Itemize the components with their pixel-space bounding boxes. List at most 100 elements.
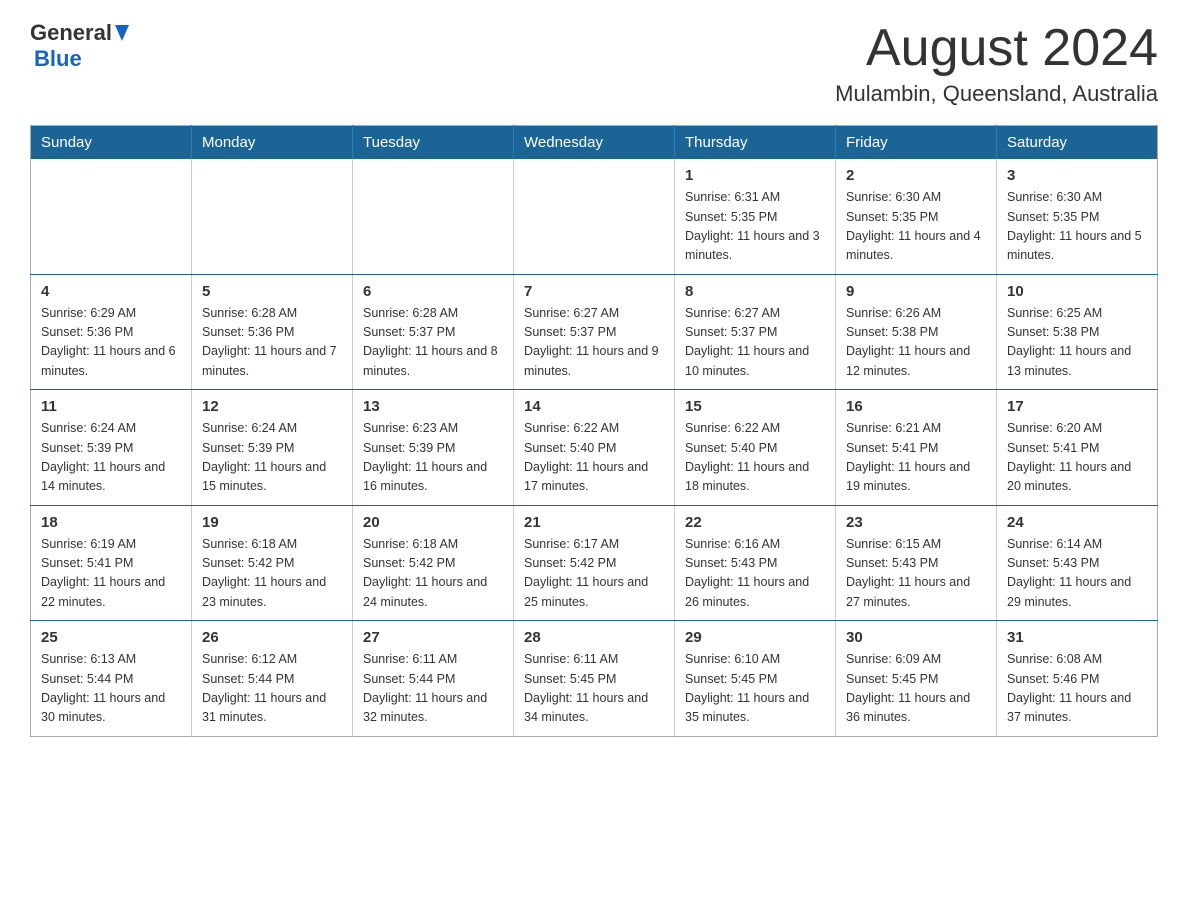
calendar-cell: 25 Sunrise: 6:13 AM Sunset: 5:44 PM Dayli…	[31, 621, 192, 737]
day-info: Sunrise: 6:22 AM Sunset: 5:40 PM Dayligh…	[524, 419, 664, 497]
calendar-cell: 28 Sunrise: 6:11 AM Sunset: 5:45 PM Dayli…	[514, 621, 675, 737]
day-number: 10	[1007, 283, 1147, 300]
day-info: Sunrise: 6:12 AM Sunset: 5:44 PM Dayligh…	[202, 650, 342, 728]
day-number: 8	[685, 283, 825, 300]
day-info: Sunrise: 6:31 AM Sunset: 5:35 PM Dayligh…	[685, 188, 825, 266]
day-info: Sunrise: 6:30 AM Sunset: 5:35 PM Dayligh…	[1007, 188, 1147, 266]
calendar-cell: 26 Sunrise: 6:12 AM Sunset: 5:44 PM Dayli…	[192, 621, 353, 737]
calendar-cell: 19Sunrise: 6:18 AM Sunset: 5:42 PM Dayli…	[192, 505, 353, 621]
calendar-cell: 27 Sunrise: 6:11 AM Sunset: 5:44 PM Dayli…	[353, 621, 514, 737]
calendar-table: SundayMondayTuesdayWednesdayThursdayFrid…	[30, 125, 1158, 737]
day-info: Sunrise: 6:19 AM Sunset: 5:41 PM Dayligh…	[41, 535, 181, 613]
day-number: 16	[846, 398, 986, 415]
day-info: Sunrise: 6:08 AM Sunset: 5:46 PM Dayligh…	[1007, 650, 1147, 728]
calendar-cell: 20 Sunrise: 6:18 AM Sunset: 5:42 PM Dayli…	[353, 505, 514, 621]
calendar-cell: 6 Sunrise: 6:28 AM Sunset: 5:37 PM Daylig…	[353, 274, 514, 390]
day-info: Sunrise: 6:11 AM Sunset: 5:44 PM Dayligh…	[363, 650, 503, 728]
day-number: 15	[685, 398, 825, 415]
day-number: 2	[846, 167, 986, 184]
day-info: Sunrise: 6:27 AM Sunset: 5:37 PM Dayligh…	[685, 304, 825, 382]
day-info: Sunrise: 6:24 AM Sunset: 5:39 PM Dayligh…	[41, 419, 181, 497]
day-info: Sunrise: 6:28 AM Sunset: 5:37 PM Dayligh…	[363, 304, 503, 382]
calendar-cell: 8 Sunrise: 6:27 AM Sunset: 5:37 PM Daylig…	[675, 274, 836, 390]
day-number: 25	[41, 629, 181, 646]
day-info: Sunrise: 6:29 AM Sunset: 5:36 PM Dayligh…	[41, 304, 181, 382]
day-number: 19	[202, 514, 342, 531]
day-info: Sunrise: 6:23 AM Sunset: 5:39 PM Dayligh…	[363, 419, 503, 497]
calendar-week-row: 11 Sunrise: 6:24 AM Sunset: 5:39 PM Dayli…	[31, 390, 1158, 506]
calendar-cell: 22Sunrise: 6:16 AM Sunset: 5:43 PM Dayli…	[675, 505, 836, 621]
calendar-cell: 9Sunrise: 6:26 AM Sunset: 5:38 PM Daylig…	[836, 274, 997, 390]
day-number: 13	[363, 398, 503, 415]
day-info: Sunrise: 6:16 AM Sunset: 5:43 PM Dayligh…	[685, 535, 825, 613]
day-info: Sunrise: 6:18 AM Sunset: 5:42 PM Dayligh…	[363, 535, 503, 613]
day-number: 3	[1007, 167, 1147, 184]
weekday-header-tuesday: Tuesday	[353, 126, 514, 160]
day-number: 21	[524, 514, 664, 531]
calendar-cell: 7 Sunrise: 6:27 AM Sunset: 5:37 PM Daylig…	[514, 274, 675, 390]
logo-general-text: General	[30, 20, 112, 46]
day-info: Sunrise: 6:17 AM Sunset: 5:42 PM Dayligh…	[524, 535, 664, 613]
day-number: 18	[41, 514, 181, 531]
weekday-header-thursday: Thursday	[675, 126, 836, 160]
day-number: 26	[202, 629, 342, 646]
weekday-header-friday: Friday	[836, 126, 997, 160]
calendar-cell: 1 Sunrise: 6:31 AM Sunset: 5:35 PM Daylig…	[675, 159, 836, 274]
day-number: 31	[1007, 629, 1147, 646]
calendar-cell: 21 Sunrise: 6:17 AM Sunset: 5:42 PM Dayli…	[514, 505, 675, 621]
calendar-cell	[514, 159, 675, 274]
calendar-cell: 5Sunrise: 6:28 AM Sunset: 5:36 PM Daylig…	[192, 274, 353, 390]
day-number: 14	[524, 398, 664, 415]
calendar-cell: 17Sunrise: 6:20 AM Sunset: 5:41 PM Dayli…	[997, 390, 1158, 506]
day-info: Sunrise: 6:11 AM Sunset: 5:45 PM Dayligh…	[524, 650, 664, 728]
month-year-title: August 2024	[835, 20, 1158, 77]
calendar-cell: 10 Sunrise: 6:25 AM Sunset: 5:38 PM Dayli…	[997, 274, 1158, 390]
day-number: 30	[846, 629, 986, 646]
calendar-cell	[353, 159, 514, 274]
calendar-cell: 29Sunrise: 6:10 AM Sunset: 5:45 PM Dayli…	[675, 621, 836, 737]
calendar-cell: 16 Sunrise: 6:21 AM Sunset: 5:41 PM Dayli…	[836, 390, 997, 506]
day-number: 27	[363, 629, 503, 646]
calendar-cell: 3 Sunrise: 6:30 AM Sunset: 5:35 PM Daylig…	[997, 159, 1158, 274]
location-subtitle: Mulambin, Queensland, Australia	[835, 81, 1158, 107]
day-info: Sunrise: 6:22 AM Sunset: 5:40 PM Dayligh…	[685, 419, 825, 497]
day-number: 28	[524, 629, 664, 646]
day-number: 20	[363, 514, 503, 531]
day-number: 1	[685, 167, 825, 184]
day-number: 6	[363, 283, 503, 300]
day-info: Sunrise: 6:25 AM Sunset: 5:38 PM Dayligh…	[1007, 304, 1147, 382]
day-number: 11	[41, 398, 181, 415]
calendar-cell: 24Sunrise: 6:14 AM Sunset: 5:43 PM Dayli…	[997, 505, 1158, 621]
calendar-cell: 4 Sunrise: 6:29 AM Sunset: 5:36 PM Daylig…	[31, 274, 192, 390]
day-info: Sunrise: 6:27 AM Sunset: 5:37 PM Dayligh…	[524, 304, 664, 382]
calendar-week-row: 1 Sunrise: 6:31 AM Sunset: 5:35 PM Daylig…	[31, 159, 1158, 274]
calendar-cell: 2 Sunrise: 6:30 AM Sunset: 5:35 PM Daylig…	[836, 159, 997, 274]
calendar-week-row: 25 Sunrise: 6:13 AM Sunset: 5:44 PM Dayli…	[31, 621, 1158, 737]
weekday-header-saturday: Saturday	[997, 126, 1158, 160]
day-number: 23	[846, 514, 986, 531]
calendar-cell: 13 Sunrise: 6:23 AM Sunset: 5:39 PM Dayli…	[353, 390, 514, 506]
weekday-header-sunday: Sunday	[31, 126, 192, 160]
day-number: 7	[524, 283, 664, 300]
day-info: Sunrise: 6:09 AM Sunset: 5:45 PM Dayligh…	[846, 650, 986, 728]
page-header: General Blue August 2024 Mulambin, Queen…	[30, 20, 1158, 107]
calendar-week-row: 18 Sunrise: 6:19 AM Sunset: 5:41 PM Dayli…	[31, 505, 1158, 621]
day-number: 12	[202, 398, 342, 415]
logo-triangle-icon	[115, 25, 129, 41]
day-info: Sunrise: 6:10 AM Sunset: 5:45 PM Dayligh…	[685, 650, 825, 728]
day-info: Sunrise: 6:30 AM Sunset: 5:35 PM Dayligh…	[846, 188, 986, 266]
weekday-header-monday: Monday	[192, 126, 353, 160]
calendar-cell: 18 Sunrise: 6:19 AM Sunset: 5:41 PM Dayli…	[31, 505, 192, 621]
day-number: 4	[41, 283, 181, 300]
calendar-cell: 11 Sunrise: 6:24 AM Sunset: 5:39 PM Dayli…	[31, 390, 192, 506]
weekday-header-wednesday: Wednesday	[514, 126, 675, 160]
logo-blue-text: Blue	[34, 46, 82, 72]
day-info: Sunrise: 6:21 AM Sunset: 5:41 PM Dayligh…	[846, 419, 986, 497]
calendar-cell: 12Sunrise: 6:24 AM Sunset: 5:39 PM Dayli…	[192, 390, 353, 506]
calendar-cell: 31 Sunrise: 6:08 AM Sunset: 5:46 PM Dayli…	[997, 621, 1158, 737]
day-info: Sunrise: 6:13 AM Sunset: 5:44 PM Dayligh…	[41, 650, 181, 728]
logo: General Blue	[30, 20, 129, 72]
day-info: Sunrise: 6:28 AM Sunset: 5:36 PM Dayligh…	[202, 304, 342, 382]
title-area: August 2024 Mulambin, Queensland, Austra…	[835, 20, 1158, 107]
calendar-cell: 15 Sunrise: 6:22 AM Sunset: 5:40 PM Dayli…	[675, 390, 836, 506]
